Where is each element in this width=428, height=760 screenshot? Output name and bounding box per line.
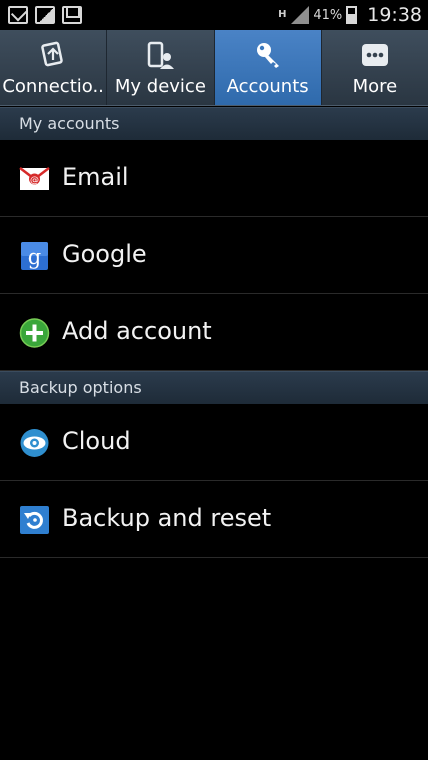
- my-device-icon: [148, 41, 175, 69]
- network-type: H: [278, 9, 287, 20]
- more-dots-icon: [361, 44, 388, 66]
- list-item-google[interactable]: g Google: [0, 217, 428, 294]
- notification-icons: [8, 6, 82, 24]
- list-item-add-account[interactable]: Add account: [0, 294, 428, 371]
- add-icon: [19, 318, 50, 348]
- tab-accounts[interactable]: Accounts: [214, 30, 322, 105]
- clock: 19:38: [367, 4, 422, 26]
- system-status: H 41% 19:38: [277, 4, 422, 26]
- item-label: Backup and reset: [62, 504, 272, 532]
- section-header-my-accounts: My accounts: [0, 107, 428, 140]
- signal-icon: [291, 6, 310, 24]
- item-label: Google: [62, 240, 147, 268]
- section-title: My accounts: [19, 114, 120, 133]
- settings-tab-bar: Connectio.. My device Accounts More: [0, 30, 428, 106]
- svg-text:@: @: [30, 176, 39, 186]
- tab-my-device[interactable]: My device: [107, 30, 215, 105]
- battery-percent: 41%: [313, 7, 343, 23]
- list-item-email[interactable]: @ Email: [0, 140, 428, 217]
- section-header-backup-options: Backup options: [0, 371, 428, 404]
- tab-connections[interactable]: Connectio..: [0, 30, 108, 105]
- section-title: Backup options: [19, 378, 142, 397]
- status-bar: H 41% 19:38: [0, 0, 428, 32]
- image-notification-icon: [35, 6, 55, 24]
- list-item-cloud[interactable]: Cloud: [0, 404, 428, 481]
- svg-text:g: g: [28, 245, 41, 269]
- item-label: Email: [62, 163, 129, 191]
- backup-reset-icon: [20, 506, 49, 534]
- email-icon: @: [19, 167, 50, 190]
- item-label: Cloud: [62, 427, 131, 455]
- missed-mail-icon: [8, 6, 28, 24]
- google-icon: g: [21, 242, 48, 270]
- tab-label: More: [352, 76, 398, 97]
- accounts-key-icon: [256, 43, 279, 68]
- tab-label: Connectio..: [2, 76, 104, 97]
- battery-icon: [346, 6, 358, 24]
- item-label: Add account: [62, 317, 212, 345]
- connections-icon: [41, 41, 63, 67]
- tab-label: My device: [114, 76, 206, 97]
- gmail-notification-icon: [62, 6, 82, 24]
- tab-more[interactable]: More: [322, 30, 428, 105]
- cloud-icon: [20, 429, 49, 457]
- list-item-backup-and-reset[interactable]: Backup and reset: [0, 481, 428, 558]
- tab-label: Accounts: [226, 76, 309, 97]
